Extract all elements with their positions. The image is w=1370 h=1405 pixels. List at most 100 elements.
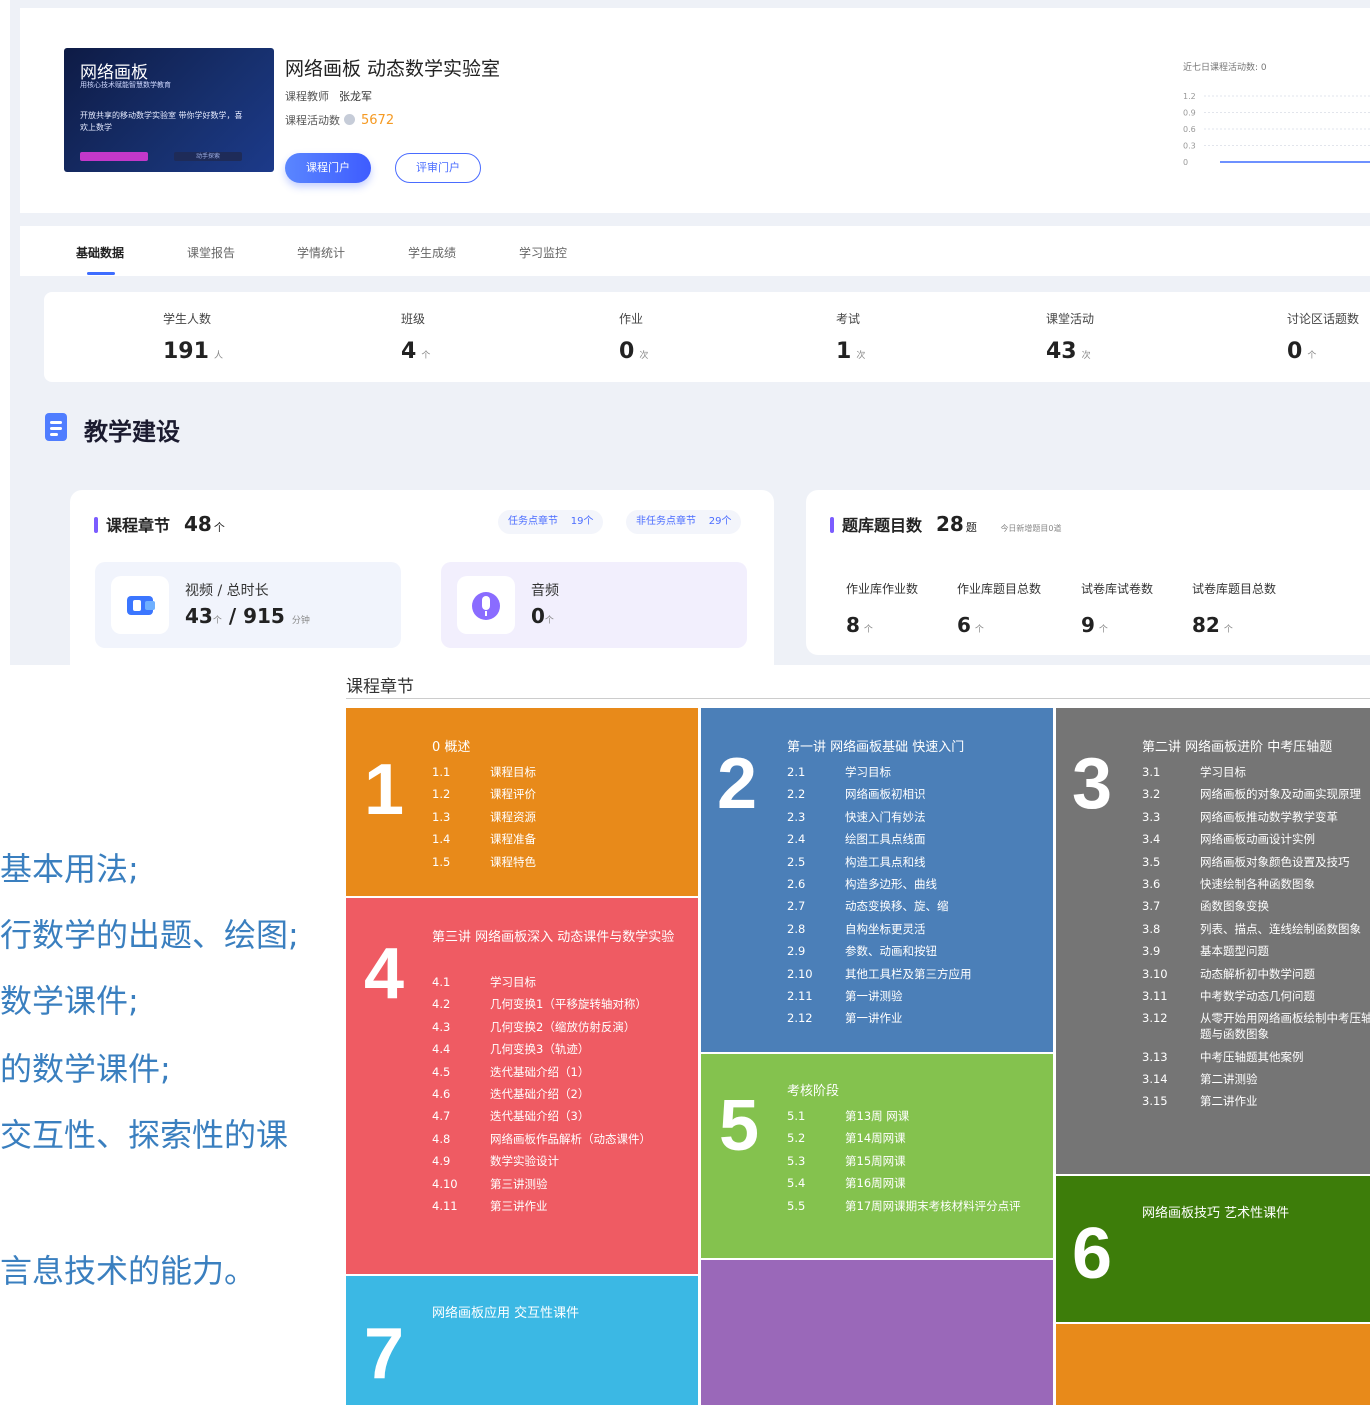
- tab-basic-data[interactable]: 基础数据: [76, 244, 124, 261]
- chapter-item[interactable]: 3.4 网络画板动画设计实例: [1142, 831, 1370, 847]
- non-task-chapters-pill[interactable]: 非任务点章节 29个: [626, 510, 742, 534]
- chapter-item[interactable]: 2.8 自构坐标更灵活: [787, 921, 1041, 937]
- chapter-number: 1: [364, 750, 405, 830]
- chapter-tile-5[interactable]: 5 考核阶段 5.1 第13周 网课 5.2 第14周网课 5.3 第15周网课 5.4 第16周…: [701, 1054, 1053, 1258]
- chapter-item[interactable]: 3.7 函数图象变换: [1142, 898, 1370, 914]
- audio-box[interactable]: 音频 0个: [441, 562, 747, 648]
- chapter-item[interactable]: 2.5 构造工具点和线: [787, 854, 1041, 870]
- tab-learning-stats[interactable]: 学情统计: [297, 244, 345, 261]
- chapter-item[interactable]: 1.1 课程目标: [432, 764, 686, 780]
- chapter-item[interactable]: 2.4 绘图工具点线面: [787, 831, 1041, 847]
- chapter-item[interactable]: 2.10 其他工具栏及第三方应用: [787, 966, 1041, 982]
- filler-tile: [701, 1260, 1053, 1405]
- video-icon: [111, 576, 169, 634]
- chapter-item-number: 4.2: [432, 997, 451, 1012]
- activity-mini-chart: 近七日课程活动数: 0 1.2 0.9 0.6 0.3 0: [1180, 60, 1370, 170]
- course-header-card: 网络画板 用核心技术赋能智慧数学教育 开放共享的移动数学实验室 带你学好数学，喜…: [20, 8, 1370, 213]
- chapter-item[interactable]: 3.2 网络画板的对象及动画实现原理: [1142, 786, 1370, 802]
- chapter-item[interactable]: 2.1 学习目标: [787, 764, 1041, 780]
- chapter-number: 4: [364, 934, 405, 1014]
- chapter-item[interactable]: 5.2 第14周网课: [787, 1130, 1041, 1146]
- chapter-item-title: 数学实验设计: [490, 1154, 559, 1169]
- chapter-item[interactable]: 2.11 第一讲测验: [787, 988, 1041, 1004]
- qb-stat-value: 9: [1081, 613, 1095, 637]
- chapter-item[interactable]: 3.13 中考压轴题其他案例: [1142, 1049, 1370, 1065]
- chapter-item-title: 学习目标: [490, 975, 536, 989]
- review-portal-button[interactable]: 评审门户: [395, 153, 481, 183]
- video-box[interactable]: 视频 / 总时长 43个 / 915 分钟: [95, 562, 401, 648]
- chapter-item[interactable]: 3.11 中考数学动态几何问题: [1142, 988, 1370, 1004]
- chapter-item[interactable]: 4.6 迭代基础介绍（2）: [432, 1086, 686, 1102]
- chapter-tile-2[interactable]: 2 第一讲 网络画板基础 快速入门 2.1 学习目标 2.2 网络画板初相识 2.3 快速入门…: [701, 708, 1053, 1052]
- chapter-item[interactable]: 4.9 数学实验设计: [432, 1153, 686, 1169]
- tab-class-report[interactable]: 课堂报告: [187, 244, 235, 261]
- chapter-heading: 第二讲 网络画板进阶 中考压轴题: [1142, 740, 1333, 755]
- chapter-item-title: 几何变换2（缩放仿射反演）: [490, 1019, 636, 1034]
- stat-unit: 个: [1307, 351, 1317, 361]
- course-portal-button[interactable]: 课程门户: [285, 153, 371, 183]
- chapter-item[interactable]: 3.1 学习目标: [1142, 764, 1370, 780]
- stat-label: 班级: [401, 312, 426, 326]
- chapter-item-number: 4.8: [432, 1131, 451, 1146]
- tab-learning-monitor[interactable]: 学习监控: [519, 244, 567, 261]
- chapter-item[interactable]: 4.3 几何变换2（缩放仿射反演）: [432, 1019, 686, 1035]
- chapter-tile-1[interactable]: 1 0 概述 1.1 课程目标 1.2 课程评价 1.3 课程资源 1.4 课程准备 1.5 课程特色: [346, 708, 698, 896]
- chapter-item[interactable]: 2.12 第一讲作业: [787, 1010, 1041, 1026]
- chapter-item[interactable]: 3.9 基本题型问题: [1142, 943, 1370, 959]
- chapter-item[interactable]: 1.3 课程资源: [432, 809, 686, 825]
- chapter-item-number: 3.2: [1142, 787, 1161, 802]
- chapter-item[interactable]: 3.8 列表、描点、连线绘制函数图象: [1142, 921, 1370, 937]
- chapter-item[interactable]: 1.4 课程准备: [432, 831, 686, 847]
- chapter-tile-4[interactable]: 4 第三讲 网络画板深入 动态课件与数学实验 4.1 学习目标 4.2 几何变换1（平移旋…: [346, 898, 698, 1274]
- chapter-tile-6[interactable]: 6 网络画板技巧 艺术性课件: [1056, 1176, 1370, 1322]
- chapter-item[interactable]: 5.4 第16周网课: [787, 1175, 1041, 1191]
- chapter-tile-3[interactable]: 3 第二讲 网络画板进阶 中考压轴题 3.1 学习目标 3.2 网络画板的对象及动画实现原…: [1056, 708, 1370, 1174]
- chapter-item[interactable]: 3.14 第二讲测验: [1142, 1071, 1370, 1087]
- task-chapters-pill[interactable]: 任务点章节 19个: [498, 510, 604, 534]
- chapter-item-number: 2.12: [787, 1011, 813, 1026]
- chapter-item[interactable]: 1.5 课程特色: [432, 854, 686, 870]
- chapter-item[interactable]: 4.4 几何变换3（轨迹）: [432, 1041, 686, 1057]
- qb-stat-paper-questions: 试卷库题目总数 82 个: [1192, 580, 1276, 637]
- chapter-item[interactable]: 5.5 第17周网课期末考核材料评分点评: [787, 1198, 1041, 1214]
- info-icon[interactable]: [344, 114, 355, 125]
- course-cover-image[interactable]: 网络画板 用核心技术赋能智慧数学教育 开放共享的移动数学实验室 带你学好数学，喜…: [64, 48, 274, 172]
- chapter-item-title: 网络画板动画设计实例: [1200, 832, 1315, 847]
- chapter-item[interactable]: 4.8 网络画板作品解析（动态课件）: [432, 1131, 686, 1147]
- chapter-item[interactable]: 5.1 第13周 网课: [787, 1108, 1041, 1124]
- left-text-line: 数学课件;: [0, 982, 139, 1020]
- chapter-item[interactable]: 1.2 课程评价: [432, 786, 686, 802]
- chapter-item[interactable]: 2.7 动态变换移、旋、缩: [787, 898, 1041, 914]
- chapter-item[interactable]: 4.2 几何变换1（平移旋转轴对称）: [432, 996, 686, 1012]
- chapter-item-title: 函数图象变换: [1200, 899, 1269, 914]
- chapter-item-title: 网络画板推动数学教学变革: [1200, 809, 1338, 824]
- chapter-item[interactable]: 2.2 网络画板初相识: [787, 786, 1041, 802]
- chapter-item[interactable]: 3.6 快速绘制各种函数图象: [1142, 876, 1370, 892]
- chapter-item[interactable]: 4.10 第三讲测验: [432, 1176, 686, 1192]
- chapter-item[interactable]: 3.3 网络画板推动数学教学变革: [1142, 809, 1370, 825]
- chapter-item[interactable]: 3.10 动态解析初中数学问题: [1142, 966, 1370, 982]
- chapter-item-title: 其他工具栏及第三方应用: [845, 966, 972, 981]
- chapter-tile-7[interactable]: 7 网络画板应用 交互性课件: [346, 1276, 698, 1405]
- qb-stat-value: 82: [1192, 613, 1220, 637]
- chapter-item[interactable]: 3.5 网络画板对象颜色设置及技巧: [1142, 854, 1370, 870]
- left-text-line: 交互性、探索性的课: [0, 1116, 289, 1154]
- chapter-item-title: 网络画板的对象及动画实现原理: [1200, 787, 1361, 802]
- chapter-item[interactable]: 2.3 快速入门有妙法: [787, 809, 1041, 825]
- chapter-item[interactable]: 2.6 构造多边形、曲线: [787, 876, 1041, 892]
- chapter-item[interactable]: 5.3 第15周网课: [787, 1153, 1041, 1169]
- chapter-item[interactable]: 2.9 参数、动画和按钮: [787, 943, 1041, 959]
- tab-student-grades[interactable]: 学生成绩: [408, 244, 456, 261]
- chapter-item[interactable]: 4.1 学习目标: [432, 974, 686, 990]
- chapter-item-number: 3.11: [1142, 988, 1168, 1003]
- chapter-item[interactable]: 3.15 第二讲作业: [1142, 1093, 1370, 1109]
- chapter-item-title: 绘图工具点线面: [845, 832, 926, 847]
- chapter-item[interactable]: 3.12 从零开始用网络画板绘制中考压轴题与函数图象: [1142, 1010, 1370, 1042]
- chapter-item-number: 4.5: [432, 1064, 451, 1079]
- qb-stat-label: 作业库作业数: [846, 582, 919, 596]
- chapter-item-title: 几何变换3（轨迹）: [490, 1042, 590, 1057]
- qb-stat-unit: 个: [1098, 625, 1108, 635]
- chapter-item[interactable]: 4.7 迭代基础介绍（3）: [432, 1108, 686, 1124]
- chapter-item[interactable]: 4.11 第三讲作业: [432, 1198, 686, 1214]
- chapter-item[interactable]: 4.5 迭代基础介绍（1）: [432, 1064, 686, 1080]
